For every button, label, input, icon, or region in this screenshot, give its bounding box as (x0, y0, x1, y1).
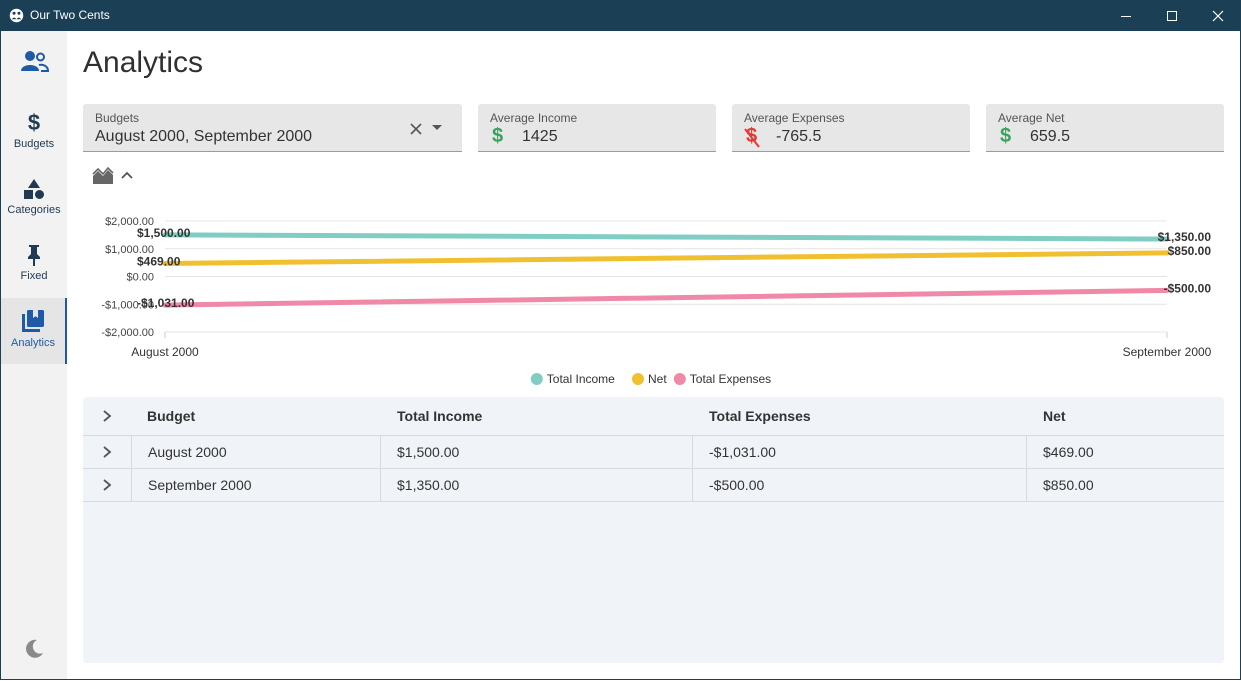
chevron-right-icon (103, 446, 112, 458)
header-total-income[interactable]: Total Income (380, 397, 692, 435)
cell-total-income: $1,350.00 (380, 469, 692, 501)
legend-label: Total Expenses (690, 372, 771, 386)
sidebar-item-label: Fixed (20, 270, 48, 282)
sidebar-item-people[interactable] (1, 48, 67, 88)
budget-table: Budget Total Income Total Expenses Net A… (83, 397, 1224, 663)
dollar-icon: $ (1000, 125, 1012, 147)
legend-swatch (673, 373, 686, 385)
line-chart: $2,000.00$1,000.00$0.00-$1,000.00-$2,000… (101, 216, 1212, 386)
minimize-button[interactable] (1103, 0, 1149, 31)
sidebar-item-budgets[interactable]: $ Budgets (1, 111, 67, 175)
cell-total-expenses: -$500.00 (692, 469, 1026, 501)
maximize-icon (1167, 10, 1177, 21)
close-button[interactable] (1195, 0, 1241, 31)
cell-net: $850.00 (1026, 469, 1224, 501)
sidebar-item-categories[interactable]: Categories (1, 177, 67, 241)
average-net-field[interactable]: Average Net $ 659.5 (986, 104, 1224, 152)
average-net-value: 659.5 (1030, 128, 1071, 145)
cell-total-expenses: -$1,031.00 (692, 436, 1026, 468)
shapes-icon (24, 179, 44, 199)
header-net[interactable]: Net (1026, 397, 1224, 435)
data-label: -$1,031.00 (137, 296, 195, 310)
expand-all-button[interactable] (83, 397, 131, 435)
x-tick-label: August 2000 (131, 345, 199, 359)
dollar-icon: $ (492, 125, 504, 147)
legend-swatch (632, 373, 644, 385)
series-line-net (162, 250, 1170, 266)
data-label: $469.00 (137, 254, 181, 268)
cell-total-income: $1,500.00 (380, 436, 692, 468)
budgets-select[interactable]: Budgets August 2000, September 2000 (83, 104, 462, 152)
theme-toggle-button[interactable] (23, 638, 45, 665)
chevron-right-icon (103, 410, 112, 422)
data-label: $850.00 (1168, 244, 1212, 258)
cell-budget: August 2000 (131, 436, 380, 468)
maximize-button[interactable] (1149, 0, 1195, 31)
average-income-label: Average Income (490, 111, 578, 125)
legend-label: Net (648, 372, 667, 386)
x-tick-label: September 2000 (1123, 345, 1212, 359)
y-tick-label: $0.00 (126, 272, 154, 284)
average-income-field[interactable]: Average Income $ 1425 (478, 104, 716, 152)
chevron-right-icon (103, 479, 112, 491)
data-label: $1,350.00 (1158, 230, 1212, 244)
people-icon (21, 51, 49, 72)
moon-icon (26, 639, 43, 658)
row-expand-button[interactable] (83, 469, 131, 501)
minimize-icon (1121, 15, 1131, 17)
title-bar: Our Two Cents (0, 0, 1241, 31)
table-row[interactable]: August 2000 $1,500.00 -$1,031.00 $469.00 (83, 436, 1224, 469)
sidebar-item-label: Categories (7, 204, 61, 216)
row-expand-button[interactable] (83, 436, 131, 468)
sidebar: $ Budgets Categories Fixed Analytics (1, 31, 67, 680)
average-net-label: Average Net (998, 111, 1065, 125)
chevron-up-icon[interactable] (120, 170, 134, 180)
window-title: Our Two Cents (30, 8, 110, 22)
y-tick-label: -$2,000.00 (101, 327, 154, 339)
header-total-expenses[interactable]: Total Expenses (692, 397, 1026, 435)
series-line-total-income (162, 232, 1170, 242)
budgets-value: August 2000, September 2000 (95, 128, 313, 145)
page-title: Analytics (83, 46, 204, 79)
average-expenses-field[interactable]: Average Expenses $ -765.5 (732, 104, 970, 152)
data-label: $1,500.00 (137, 226, 191, 240)
legend-label: Total Income (547, 372, 615, 386)
chart-type-icon[interactable] (92, 166, 114, 186)
cell-budget: September 2000 (131, 469, 380, 501)
average-expenses-label: Average Expenses (744, 111, 845, 125)
sidebar-item-label: Analytics (10, 337, 56, 349)
table-header: Budget Total Income Total Expenses Net (83, 397, 1224, 436)
dropdown-arrow-icon[interactable] (431, 124, 443, 132)
dollar-icon: $ (27, 110, 41, 135)
sidebar-item-analytics[interactable]: Analytics (1, 298, 67, 364)
budgets-label: Budgets (95, 111, 140, 125)
average-income-value: 1425 (522, 128, 558, 145)
header-budget[interactable]: Budget (131, 397, 380, 435)
legend-swatch (530, 373, 543, 385)
library-books-icon (22, 310, 44, 332)
sidebar-item-label: Budgets (13, 138, 55, 150)
data-label: -$500.00 (1164, 281, 1212, 295)
clear-icon[interactable] (409, 122, 423, 136)
series-line-total-expenses (162, 287, 1170, 308)
dollar-off-icon: $ (744, 125, 760, 148)
cell-net: $469.00 (1026, 436, 1224, 468)
app-logo-icon (9, 8, 24, 23)
table-row[interactable]: September 2000 $1,350.00 -$500.00 $850.0… (83, 469, 1224, 502)
average-expenses-value: -765.5 (776, 128, 822, 145)
pin-icon (28, 245, 40, 266)
close-icon (1212, 10, 1224, 21)
